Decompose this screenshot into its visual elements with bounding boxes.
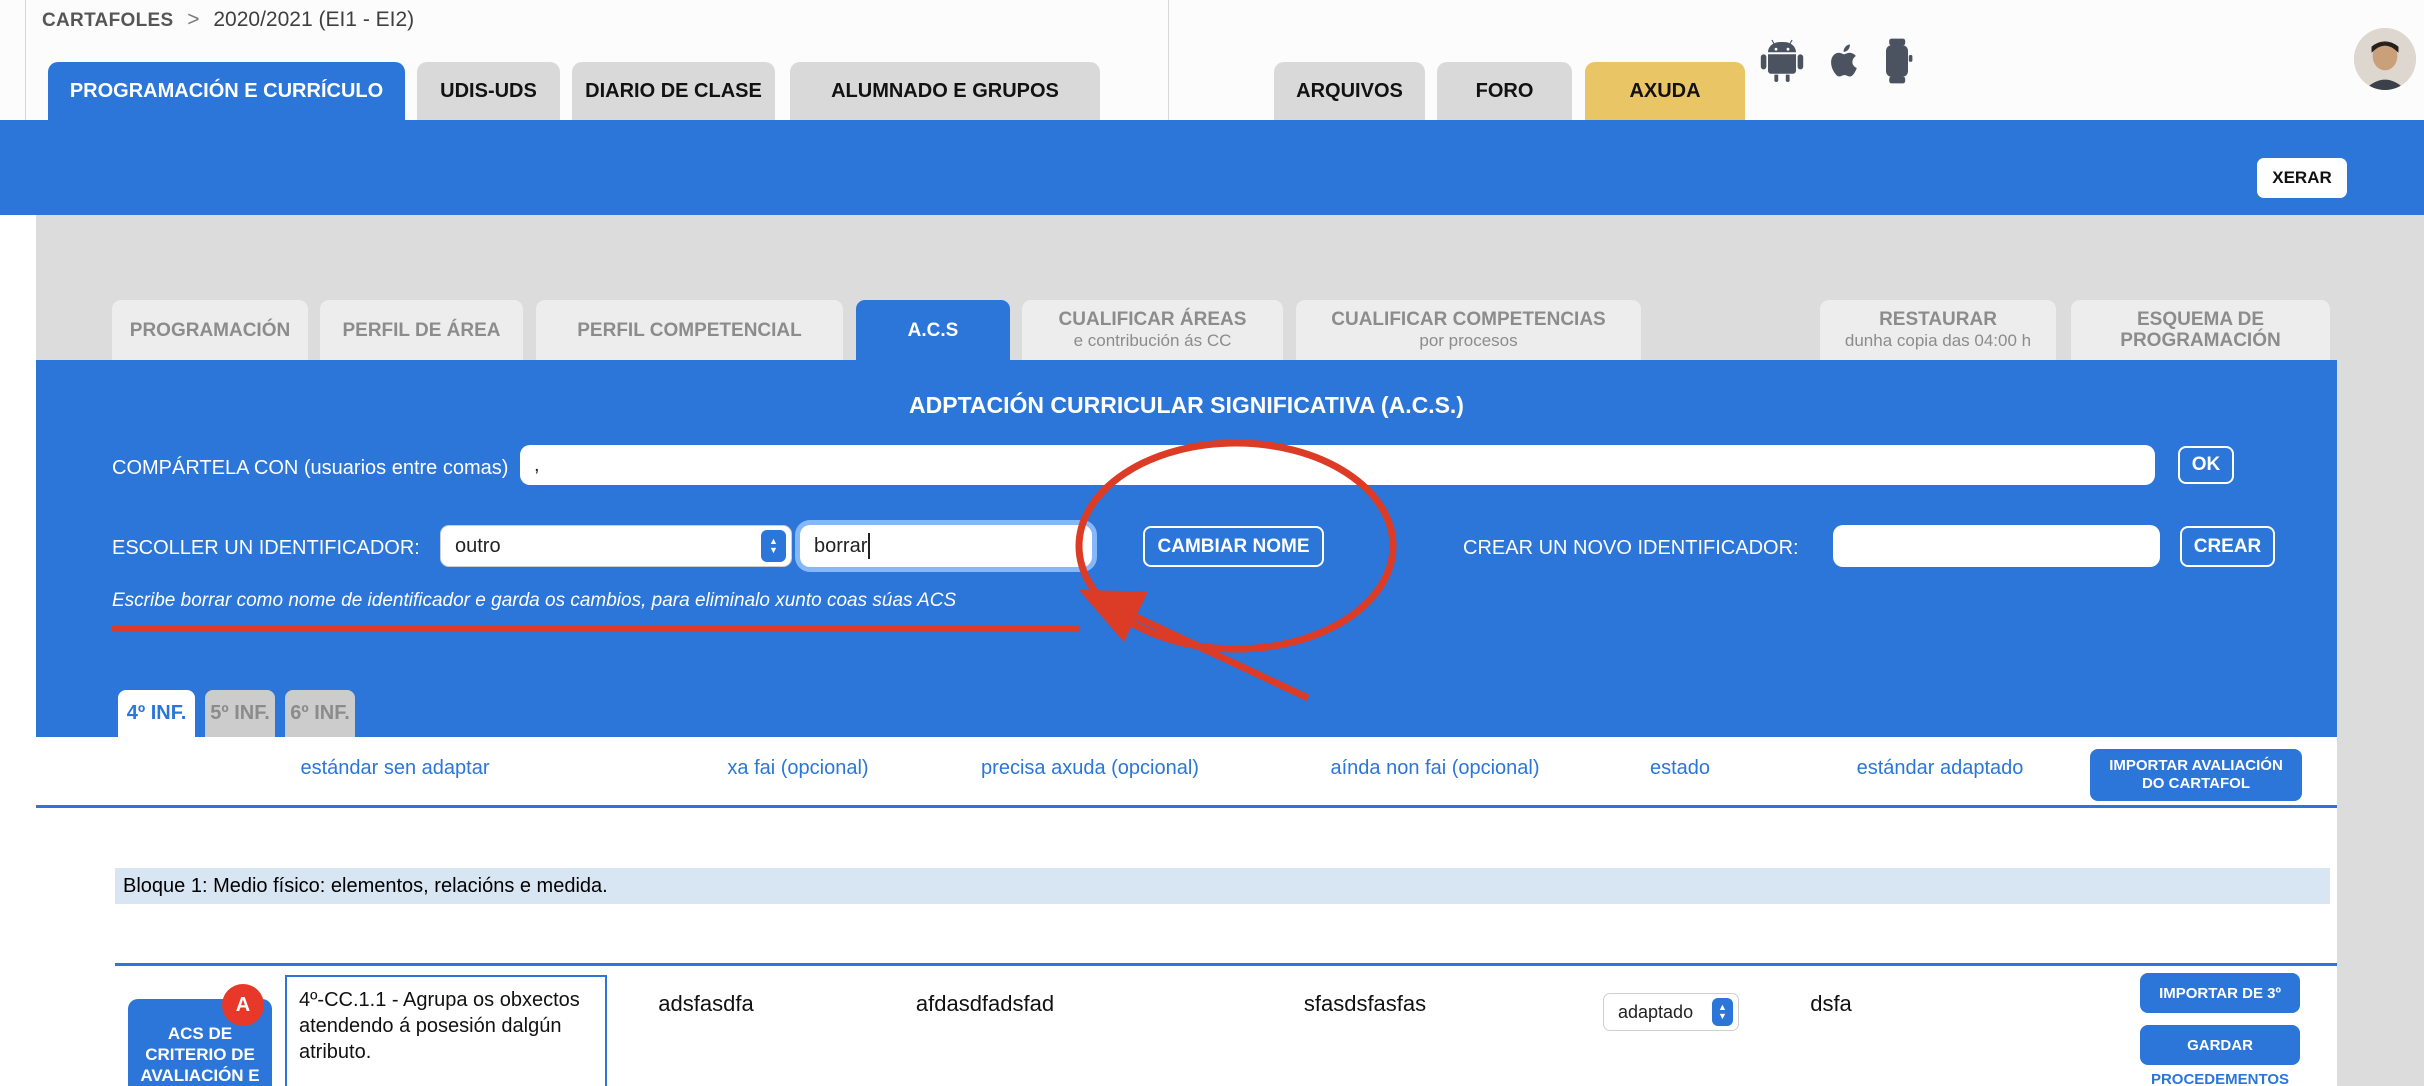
app-platform-icons (1758, 36, 1914, 86)
tab-foro[interactable]: FORO (1437, 62, 1572, 120)
tab-perfil-competencial[interactable]: PERFIL COMPETENCIAL (536, 300, 843, 360)
breadcrumb-separator: > (187, 8, 199, 31)
column-header-estandar-sen-adaptar[interactable]: estándar sen adaptar (300, 757, 489, 780)
xa-fai-value: adsfasdfa (658, 991, 753, 1017)
tab-sublabel: dunha copia das 04:00 h (1845, 330, 2031, 351)
block-title-bar: Bloque 1: Medio físico: elementos, relac… (115, 868, 2330, 904)
right-gray-strip (2337, 360, 2424, 1086)
tab-sublabel: por procesos (1419, 330, 1517, 351)
select-stepper-icon: ▲▼ (761, 530, 786, 562)
acs-panel-title: ADPTACIÓN CURRICULAR SIGNIFICATIVA (A.C.… (36, 392, 2337, 419)
tab-label: PROGRAMACIÓN (130, 320, 290, 341)
tab-label: PERFIL COMPETENCIAL (577, 320, 802, 341)
tab-label: CUALIFICAR ÁREAS (1059, 309, 1247, 330)
tab-diario-de-clase[interactable]: DIARIO DE CLASE (572, 62, 775, 120)
precisa-axuda-value: afdasdfadsfad (916, 991, 1054, 1017)
ok-button[interactable]: OK (2178, 446, 2234, 484)
acs-panel: ADPTACIÓN CURRICULAR SIGNIFICATIVA (A.C.… (36, 360, 2337, 737)
importar-de-3-button[interactable]: IMPORTAR DE 3º (2140, 973, 2300, 1013)
smartwatch-icon[interactable] (1880, 36, 1914, 86)
tab-cualificar-competencias[interactable]: CUALIFICAR COMPETENCIAS por procesos (1296, 300, 1641, 360)
share-with-value: , (534, 454, 540, 477)
annotation-arrow (1098, 599, 1308, 698)
adapted-badge: A (222, 984, 264, 1026)
grade-tab-5-inf[interactable]: 5º INF. (205, 690, 275, 737)
crear-button[interactable]: CREAR (2180, 526, 2275, 567)
breadcrumb-current: 2020/2021 (EI1 - EI2) (213, 8, 414, 31)
apple-icon[interactable] (1820, 36, 1866, 86)
identifier-selected-value: outro (455, 535, 501, 558)
grade-tab-4-inf[interactable]: 4º INF. (118, 690, 195, 737)
divider (36, 805, 2337, 808)
estandar-adaptado-value: dsfa (1810, 991, 1852, 1017)
divider (1168, 0, 1169, 120)
column-header-estandar-adaptado[interactable]: estándar adaptado (1857, 757, 2024, 780)
tab-label: CUALIFICAR COMPETENCIAS (1331, 309, 1605, 330)
select-stepper-icon: ▲▼ (1712, 998, 1733, 1026)
text-caret (868, 533, 870, 559)
create-identifier-input[interactable] (1833, 525, 2160, 567)
breadcrumb: CARTAFOLES > 2020/2021 (EI1 - EI2) (42, 8, 414, 32)
estado-selected-value: adaptado (1618, 1002, 1693, 1023)
tab-sublabel: e contribución ás CC (1074, 330, 1232, 351)
tab-label: A.C.S (908, 320, 959, 341)
hint-underline (112, 626, 1080, 631)
grade-tab-6-inf[interactable]: 6º INF. (285, 690, 355, 737)
tab-label: PERFIL DE ÁREA (342, 320, 500, 341)
cambiar-nome-button[interactable]: CAMBIAR NOME (1143, 526, 1324, 567)
divider (115, 963, 2337, 966)
column-header-precisa-axuda[interactable]: precisa axuda (opcional) (981, 757, 1199, 780)
tab-esquema-programacion[interactable]: ESQUEMA DE PROGRAMACIÓN (2071, 300, 2330, 360)
divider (25, 0, 26, 120)
column-header-estado[interactable]: estado (1650, 757, 1710, 780)
xerar-button[interactable]: XERAR (2257, 158, 2347, 198)
identifier-select[interactable]: outro ▲▼ (440, 525, 792, 567)
tab-label: ESQUEMA DE (2137, 309, 2264, 330)
importar-avaliacion-button[interactable]: IMPORTAR AVALIACIÓN DO CARTAFOL (2090, 749, 2302, 801)
user-avatar[interactable] (2354, 28, 2416, 90)
breadcrumb-root-link[interactable]: CARTAFOLES (42, 10, 173, 31)
tab-udis-uds[interactable]: UDIS-UDS (417, 62, 560, 120)
share-with-input[interactable]: , (520, 445, 2155, 485)
ainda-non-fai-value: sfasdsfasfas (1304, 991, 1426, 1017)
tab-arquivos[interactable]: ARQUIVOS (1274, 62, 1425, 120)
create-identifier-label: CREAR UN NOVO IDENTIFICADOR: (1463, 537, 1799, 560)
tab-programacion[interactable]: PROGRAMACIÓN (112, 300, 308, 360)
rename-identifier-value: borrar (814, 535, 867, 558)
share-with-label: COMPÁRTELA CON (usuarios entre comas) (112, 457, 508, 480)
tab-perfil-de-area[interactable]: PERFIL DE ÁREA (320, 300, 523, 360)
tab-label: PROGRAMACIÓN (2120, 330, 2280, 351)
tab-axuda[interactable]: AXUDA (1585, 62, 1745, 120)
page: CARTAFOLES > 2020/2021 (EI1 - EI2) PROGR… (0, 0, 2424, 1086)
standard-cell: 4º-CC.1.1 - Agrupa os obxectos atendendo… (285, 975, 607, 1086)
tab-label: RESTAURAR (1879, 309, 1997, 330)
sub-tab-band: PROGRAMACIÓN PERFIL DE ÁREA PERFIL COMPE… (36, 215, 2424, 360)
estado-select[interactable]: adaptado ▲▼ (1603, 993, 1739, 1031)
tab-acs-active[interactable]: A.C.S (856, 300, 1010, 360)
column-header-ainda-non-fai[interactable]: aínda non fai (opcional) (1330, 757, 1539, 780)
tab-programacion-curriculo[interactable]: PROGRAMACIÓN E CURRÍCULO (48, 62, 405, 120)
gardar-button[interactable]: GARDAR (2140, 1025, 2300, 1065)
tab-restaurar[interactable]: RESTAURAR dunha copia das 04:00 h (1820, 300, 2056, 360)
standards-table: estándar sen adaptar xa fai (opcional) p… (36, 737, 2337, 1086)
blue-banner: XERAR (0, 120, 2424, 215)
top-band: CARTAFOLES > 2020/2021 (EI1 - EI2) PROGR… (0, 0, 2424, 120)
procedementos-link[interactable]: PROCEDEMENTOS (2151, 1071, 2289, 1086)
column-header-xa-fai[interactable]: xa fai (opcional) (727, 757, 868, 780)
android-icon[interactable] (1758, 36, 1806, 86)
tab-alumnado-grupos[interactable]: ALUMNADO E GRUPOS (790, 62, 1100, 120)
tab-cualificar-areas[interactable]: CUALIFICAR ÁREAS e contribución ás CC (1022, 300, 1283, 360)
choose-identifier-label: ESCOLLER UN IDENTIFICADOR: (112, 537, 420, 560)
delete-hint-text: Escribe borrar como nome de identificado… (112, 590, 956, 612)
rename-identifier-input[interactable]: borrar (800, 525, 1092, 567)
